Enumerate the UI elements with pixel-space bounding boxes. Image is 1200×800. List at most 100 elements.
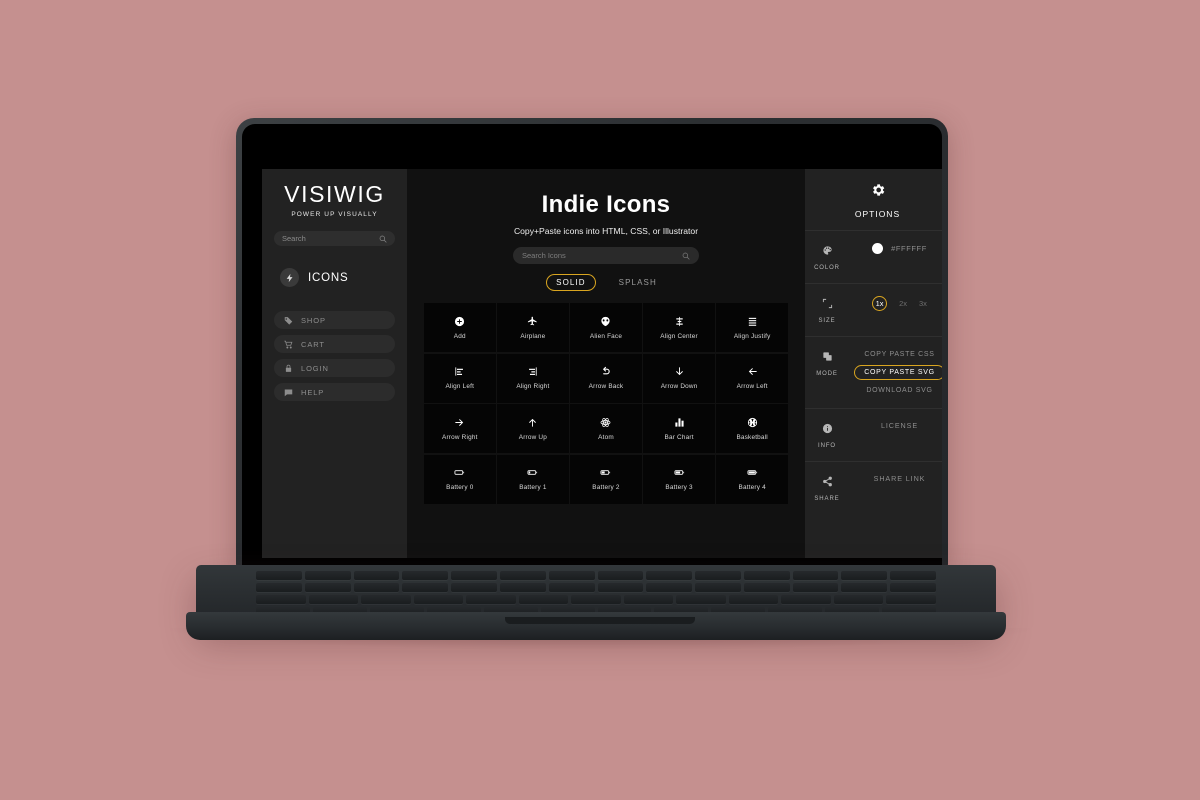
icon-cell-arrow-back[interactable]: Arrow Back — [570, 353, 642, 403]
color-controls: #FFFFFF — [849, 243, 942, 254]
tag-icon — [284, 316, 293, 325]
logo-tagline: POWER UP VISUALLY — [291, 211, 378, 218]
size-option-3x[interactable]: 3x — [919, 299, 927, 308]
options-panel: OPTIONS COLOR #FFFFFF SIZE 1x 2x 3x MODE… — [805, 169, 942, 558]
icon-cell-arrow-right[interactable]: Arrow Right — [424, 404, 496, 453]
laptop-lid: VISIWIG POWER UP VISUALLY Search ICONS S… — [236, 118, 948, 570]
icon-cell-arrow-down[interactable]: Arrow Down — [643, 353, 715, 403]
add-circle-icon — [455, 316, 465, 326]
info-controls: LICENSE — [849, 421, 942, 430]
airplane-icon — [528, 316, 538, 325]
sidebar-item-icons[interactable]: ICONS — [280, 268, 407, 287]
share-link-button[interactable]: SHARE LINK — [874, 474, 926, 483]
mode-option-copy-paste-svg[interactable]: COPY PASTE SVG — [854, 365, 942, 380]
style-tabs: SOLID SPLASH — [407, 274, 805, 291]
icon-cell-align-right[interactable]: Align Right — [497, 353, 569, 403]
arrow-down-icon — [675, 367, 683, 376]
sidebar-nav: SHOP CART LOGIN HELP — [274, 311, 395, 401]
icon-cell-arrow-up[interactable]: Arrow Up — [497, 404, 569, 453]
icon-cell-airplane[interactable]: Airplane — [497, 303, 569, 352]
icon-label: Battery 2 — [592, 484, 620, 491]
license-link[interactable]: LICENSE — [881, 421, 918, 430]
alien-face-icon — [601, 316, 611, 326]
visiwig-app: VISIWIG POWER UP VISUALLY Search ICONS S… — [262, 169, 942, 558]
size-option-2x[interactable]: 2x — [899, 299, 907, 308]
icon-cell-battery-4[interactable]: Battery 4 — [716, 454, 788, 504]
icon-cell-align-center[interactable]: Align Center — [643, 303, 715, 352]
share-controls: SHARE LINK — [849, 474, 942, 483]
logo[interactable]: VISIWIG POWER UP VISUALLY — [262, 181, 407, 218]
screen: VISIWIG POWER UP VISUALLY Search ICONS S… — [262, 169, 942, 558]
align-center-icon — [675, 316, 683, 326]
icon-label: Bar Chart — [664, 433, 694, 441]
icon-label: Arrow Down — [660, 383, 698, 390]
color-option-label-group: COLOR — [805, 243, 849, 271]
search-icon — [379, 235, 387, 243]
sidebar-item-cart[interactable]: CART — [274, 335, 395, 353]
sidebar: VISIWIG POWER UP VISUALLY Search ICONS S… — [262, 169, 407, 558]
bolt-icon-badge — [280, 268, 299, 287]
bolt-icon — [286, 273, 292, 282]
arrow-up-icon — [529, 418, 537, 427]
icon-label: Arrow Back — [588, 383, 624, 390]
option-row-size: SIZE 1x 2x 3x — [805, 283, 942, 336]
laptop-lid-notch — [505, 617, 695, 624]
color-label: COLOR — [814, 265, 840, 271]
option-row-color: COLOR #FFFFFF — [805, 230, 942, 283]
sidebar-item-help[interactable]: HELP — [274, 383, 395, 401]
icon-cell-align-justify[interactable]: Align Justify — [716, 303, 788, 352]
icon-label: Arrow Right — [442, 433, 478, 441]
option-row-info: INFO LICENSE — [805, 408, 942, 461]
laptop-mockup: VISIWIG POWER UP VISUALLY Search ICONS S… — [0, 0, 1200, 800]
page-subtitle: Copy+Paste icons into HTML, CSS, or Illu… — [513, 226, 699, 236]
mode-option-label-group: MODE — [805, 349, 849, 377]
page-title: Indie Icons — [541, 191, 671, 218]
icon-cell-bar-chart[interactable]: Bar Chart — [643, 404, 715, 453]
icon-label: Basketball — [736, 433, 768, 441]
icon-cell-arrow-left[interactable]: Arrow Left — [716, 353, 788, 403]
icon-cell-alien-face[interactable]: Alien Face — [570, 303, 642, 352]
sidebar-item-login-label: LOGIN — [301, 363, 329, 373]
icon-label: Add — [453, 332, 466, 340]
icon-label: Align Left — [445, 383, 475, 390]
battery-1-icon — [527, 470, 538, 475]
sidebar-search-input[interactable]: Search — [274, 231, 395, 246]
icon-search-input[interactable]: Search Icons — [513, 247, 699, 264]
icon-label: Arrow Up — [518, 433, 547, 441]
share-icon — [822, 476, 832, 487]
align-left-icon — [455, 367, 464, 376]
icon-cell-battery-2[interactable]: Battery 2 — [570, 454, 642, 504]
color-hex-value: #FFFFFF — [891, 244, 927, 253]
tab-solid[interactable]: SOLID — [546, 274, 596, 291]
icon-cell-battery-3[interactable]: Battery 3 — [643, 454, 715, 504]
battery-0-icon — [454, 470, 465, 475]
sidebar-item-login[interactable]: LOGIN — [274, 359, 395, 377]
icon-cell-basketball[interactable]: Basketball — [716, 404, 788, 453]
logo-wordmark: VISIWIG — [284, 181, 385, 207]
mode-option-copy-paste-css[interactable]: COPY PASTE CSS — [864, 349, 934, 360]
size-controls: 1x 2x 3x — [849, 296, 942, 311]
color-swatch[interactable] — [872, 243, 884, 254]
icon-label: Battery 4 — [738, 484, 766, 491]
size-choices: 1x 2x 3x — [872, 296, 927, 311]
keyboard-row — [256, 583, 936, 592]
icon-label: Atom — [598, 433, 614, 441]
icon-search-placeholder: Search Icons — [522, 251, 566, 260]
lock-icon — [285, 364, 292, 372]
size-option-1x[interactable]: 1x — [872, 296, 888, 311]
icon-cell-align-left[interactable]: Align Left — [424, 353, 496, 403]
info-option-label-group: INFO — [805, 421, 849, 449]
icon-cell-battery-0[interactable]: Battery 0 — [424, 454, 496, 504]
icon-cell-battery-1[interactable]: Battery 1 — [497, 454, 569, 504]
main-content: Indie Icons Copy+Paste icons into HTML, … — [407, 169, 805, 558]
icon-cell-atom[interactable]: Atom — [570, 404, 642, 453]
cart-icon — [284, 340, 293, 348]
mode-option-download-svg[interactable]: DOWNLOAD SVG — [866, 385, 932, 396]
icon-label: Battery 3 — [665, 484, 693, 491]
sidebar-item-help-label: HELP — [301, 387, 325, 397]
info-icon — [822, 423, 832, 434]
sidebar-item-shop[interactable]: SHOP — [274, 311, 395, 329]
icon-cell-add[interactable]: Add — [424, 303, 496, 352]
tab-splash[interactable]: SPLASH — [610, 275, 666, 290]
color-picker[interactable]: #FFFFFF — [872, 243, 927, 254]
